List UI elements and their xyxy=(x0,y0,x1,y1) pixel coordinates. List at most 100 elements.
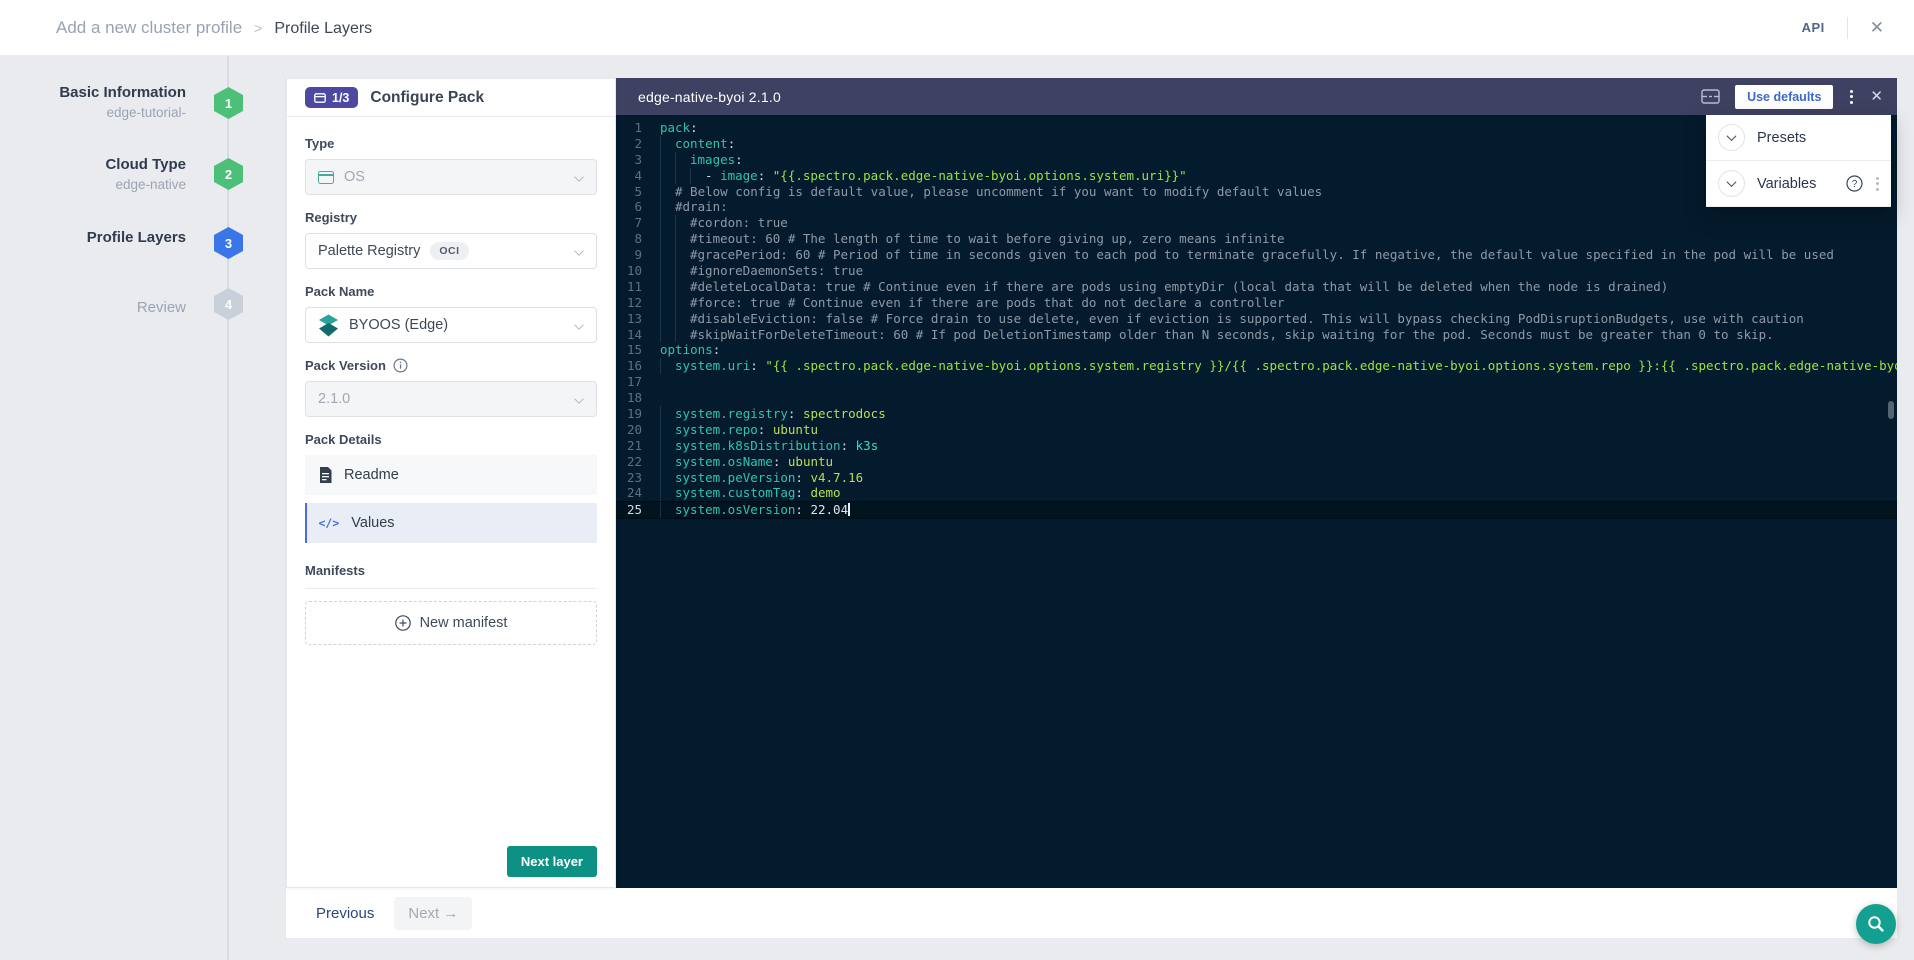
code-line[interactable]: 22system.osName: ubuntu xyxy=(616,454,1897,470)
code-line[interactable]: 2content: xyxy=(616,136,1897,152)
yaml-code-area[interactable]: 1pack:2content:3images:4- image: "{{.spe… xyxy=(616,115,1897,883)
editor-pack-title: edge-native-byoi 2.1.0 xyxy=(638,89,781,105)
code-line[interactable]: 11#deleteLocalData: true # Continue even… xyxy=(616,279,1897,295)
code-line[interactable]: 23system.peVersion: v4.7.16 xyxy=(616,470,1897,486)
plus-circle-icon xyxy=(395,615,411,631)
stepper-item-profile-layers[interactable]: Profile Layers xyxy=(0,229,186,246)
pack-step-count: 1/3 xyxy=(332,91,349,105)
pack-details-readme-tab[interactable]: Readme xyxy=(305,455,597,495)
document-icon xyxy=(319,467,332,483)
use-defaults-button[interactable]: Use defaults xyxy=(1735,85,1833,109)
variables-row[interactable]: Variables ? xyxy=(1706,161,1891,207)
code-line[interactable]: 1pack: xyxy=(616,120,1897,136)
code-line[interactable]: 5# Below config is default value, please… xyxy=(616,184,1897,200)
step-sublabel: edge-native xyxy=(0,177,186,192)
code-line[interactable]: 17 xyxy=(616,374,1897,390)
code-line[interactable]: 4- image: "{{.spectro.pack.edge-native-b… xyxy=(616,168,1897,184)
step-3-hexagon[interactable]: 3 xyxy=(214,227,243,259)
step-label: Profile Layers xyxy=(0,229,186,246)
step-2-hexagon[interactable]: 2 xyxy=(214,158,243,190)
help-widget-button[interactable] xyxy=(1856,904,1896,944)
new-manifest-label: New manifest xyxy=(420,615,508,631)
editor-menu-icon[interactable] xyxy=(1848,88,1855,106)
code-icon: </> xyxy=(319,516,340,530)
code-line[interactable]: 16system.uri: "{{ .spectro.pack.edge-nat… xyxy=(616,358,1897,374)
breadcrumb: Add a new cluster profile > Profile Laye… xyxy=(56,18,372,38)
stepper-line xyxy=(227,56,229,960)
code-line[interactable]: 8#timeout: 60 # The length of time to wa… xyxy=(616,231,1897,247)
editor-side-panel: Presets Variables ? xyxy=(1706,115,1891,207)
new-manifest-button[interactable]: New manifest xyxy=(305,601,597,645)
pack-name-select[interactable]: BYOOS (Edge) xyxy=(305,307,597,343)
step-4-hexagon[interactable]: 4 xyxy=(214,288,243,320)
pack-details-label: Pack Details xyxy=(305,432,597,447)
type-value: OS xyxy=(344,169,365,185)
info-icon[interactable] xyxy=(393,358,408,373)
chevron-down-icon xyxy=(574,246,584,256)
chevron-down-icon[interactable] xyxy=(1718,170,1745,197)
registry-select[interactable]: Palette Registry OCI xyxy=(305,233,597,269)
step-number: 3 xyxy=(225,236,232,251)
wizard-footer: Previous Next → xyxy=(286,888,1897,938)
editor-close-icon[interactable]: ✕ xyxy=(1870,89,1883,104)
pack-version-label: Pack Version xyxy=(305,358,597,373)
code-line[interactable]: 15options: xyxy=(616,342,1897,358)
byoos-pack-icon xyxy=(318,314,339,337)
code-line[interactable]: 18 xyxy=(616,390,1897,406)
stepper-item-basic-information[interactable]: Basic Information edge-tutorial- xyxy=(0,84,186,120)
code-line[interactable]: 20system.repo: ubuntu xyxy=(616,422,1897,438)
previous-button[interactable]: Previous xyxy=(316,905,374,922)
code-line[interactable]: 25system.osVersion: 22.04 xyxy=(616,501,1897,519)
values-editor: edge-native-byoi 2.1.0 Use defaults ✕ 1p… xyxy=(616,78,1897,888)
code-line[interactable]: 6#drain: xyxy=(616,199,1897,215)
editor-header: edge-native-byoi 2.1.0 Use defaults ✕ xyxy=(616,78,1897,115)
code-line[interactable]: 9#gracePeriod: 60 # Period of time in se… xyxy=(616,247,1897,263)
pack-step-badge: 1/3 xyxy=(305,87,358,108)
header-divider xyxy=(1847,17,1848,39)
step-1-hexagon[interactable]: 1 xyxy=(214,87,243,119)
pack-details-values-tab[interactable]: </> Values xyxy=(305,503,597,543)
step-number: 1 xyxy=(225,96,232,111)
next-button-disabled[interactable]: Next → xyxy=(394,897,472,930)
editor-scrollbar-thumb[interactable] xyxy=(1888,401,1894,419)
chevron-down-icon xyxy=(574,320,584,330)
readme-tab-label: Readme xyxy=(344,467,399,483)
pack-version-label-text: Pack Version xyxy=(305,358,386,373)
code-line[interactable]: 19system.registry: spectrodocs xyxy=(616,406,1897,422)
stepper-item-cloud-type[interactable]: Cloud Type edge-native xyxy=(0,156,186,192)
next-layer-button[interactable]: Next layer xyxy=(507,846,597,877)
help-chat-icon xyxy=(1866,914,1886,934)
variables-menu-icon[interactable] xyxy=(1874,175,1881,193)
app-header: Add a new cluster profile > Profile Laye… xyxy=(0,0,1914,56)
code-line[interactable]: 13#disableEviction: false # Force drain … xyxy=(616,311,1897,327)
code-line[interactable]: 21system.k8sDistribution: k3s xyxy=(616,438,1897,454)
svg-text:?: ? xyxy=(1852,179,1858,190)
code-line[interactable]: 3images: xyxy=(616,152,1897,168)
code-line[interactable]: 7#cordon: true xyxy=(616,215,1897,231)
api-link[interactable]: API xyxy=(1802,20,1825,35)
type-label: Type xyxy=(305,136,597,151)
code-line[interactable]: 12#force: true # Continue even if there … xyxy=(616,295,1897,311)
chevron-down-icon[interactable] xyxy=(1718,124,1745,151)
breadcrumb-separator: > xyxy=(254,20,262,36)
pack-name-value: BYOOS (Edge) xyxy=(349,317,448,333)
configure-pack-panel: 1/3 Configure Pack Type OS Registry Pale… xyxy=(286,78,616,888)
panel-title: Configure Pack xyxy=(370,89,484,107)
step-number: 2 xyxy=(225,167,232,182)
stepper-item-review[interactable]: Review xyxy=(0,299,186,316)
manifests-divider xyxy=(305,588,597,589)
help-icon[interactable]: ? xyxy=(1846,175,1863,192)
code-line[interactable]: 10#ignoreDaemonSets: true xyxy=(616,263,1897,279)
chevron-down-icon xyxy=(574,172,584,182)
values-tab-label: Values xyxy=(351,515,394,531)
presets-label: Presets xyxy=(1757,130,1806,146)
presets-row[interactable]: Presets xyxy=(1706,115,1891,161)
breadcrumb-parent-link[interactable]: Add a new cluster profile xyxy=(56,18,242,38)
code-line[interactable]: 24system.customTag: demo xyxy=(616,485,1897,501)
close-icon[interactable]: ✕ xyxy=(1870,19,1884,36)
step-sublabel: edge-tutorial- xyxy=(0,105,186,120)
pack-name-label: Pack Name xyxy=(305,284,597,299)
code-line[interactable]: 14#skipWaitForDeleteTimeout: 60 # If pod… xyxy=(616,327,1897,343)
split-view-icon[interactable] xyxy=(1701,88,1720,105)
pack-version-select: 2.1.0 xyxy=(305,381,597,417)
